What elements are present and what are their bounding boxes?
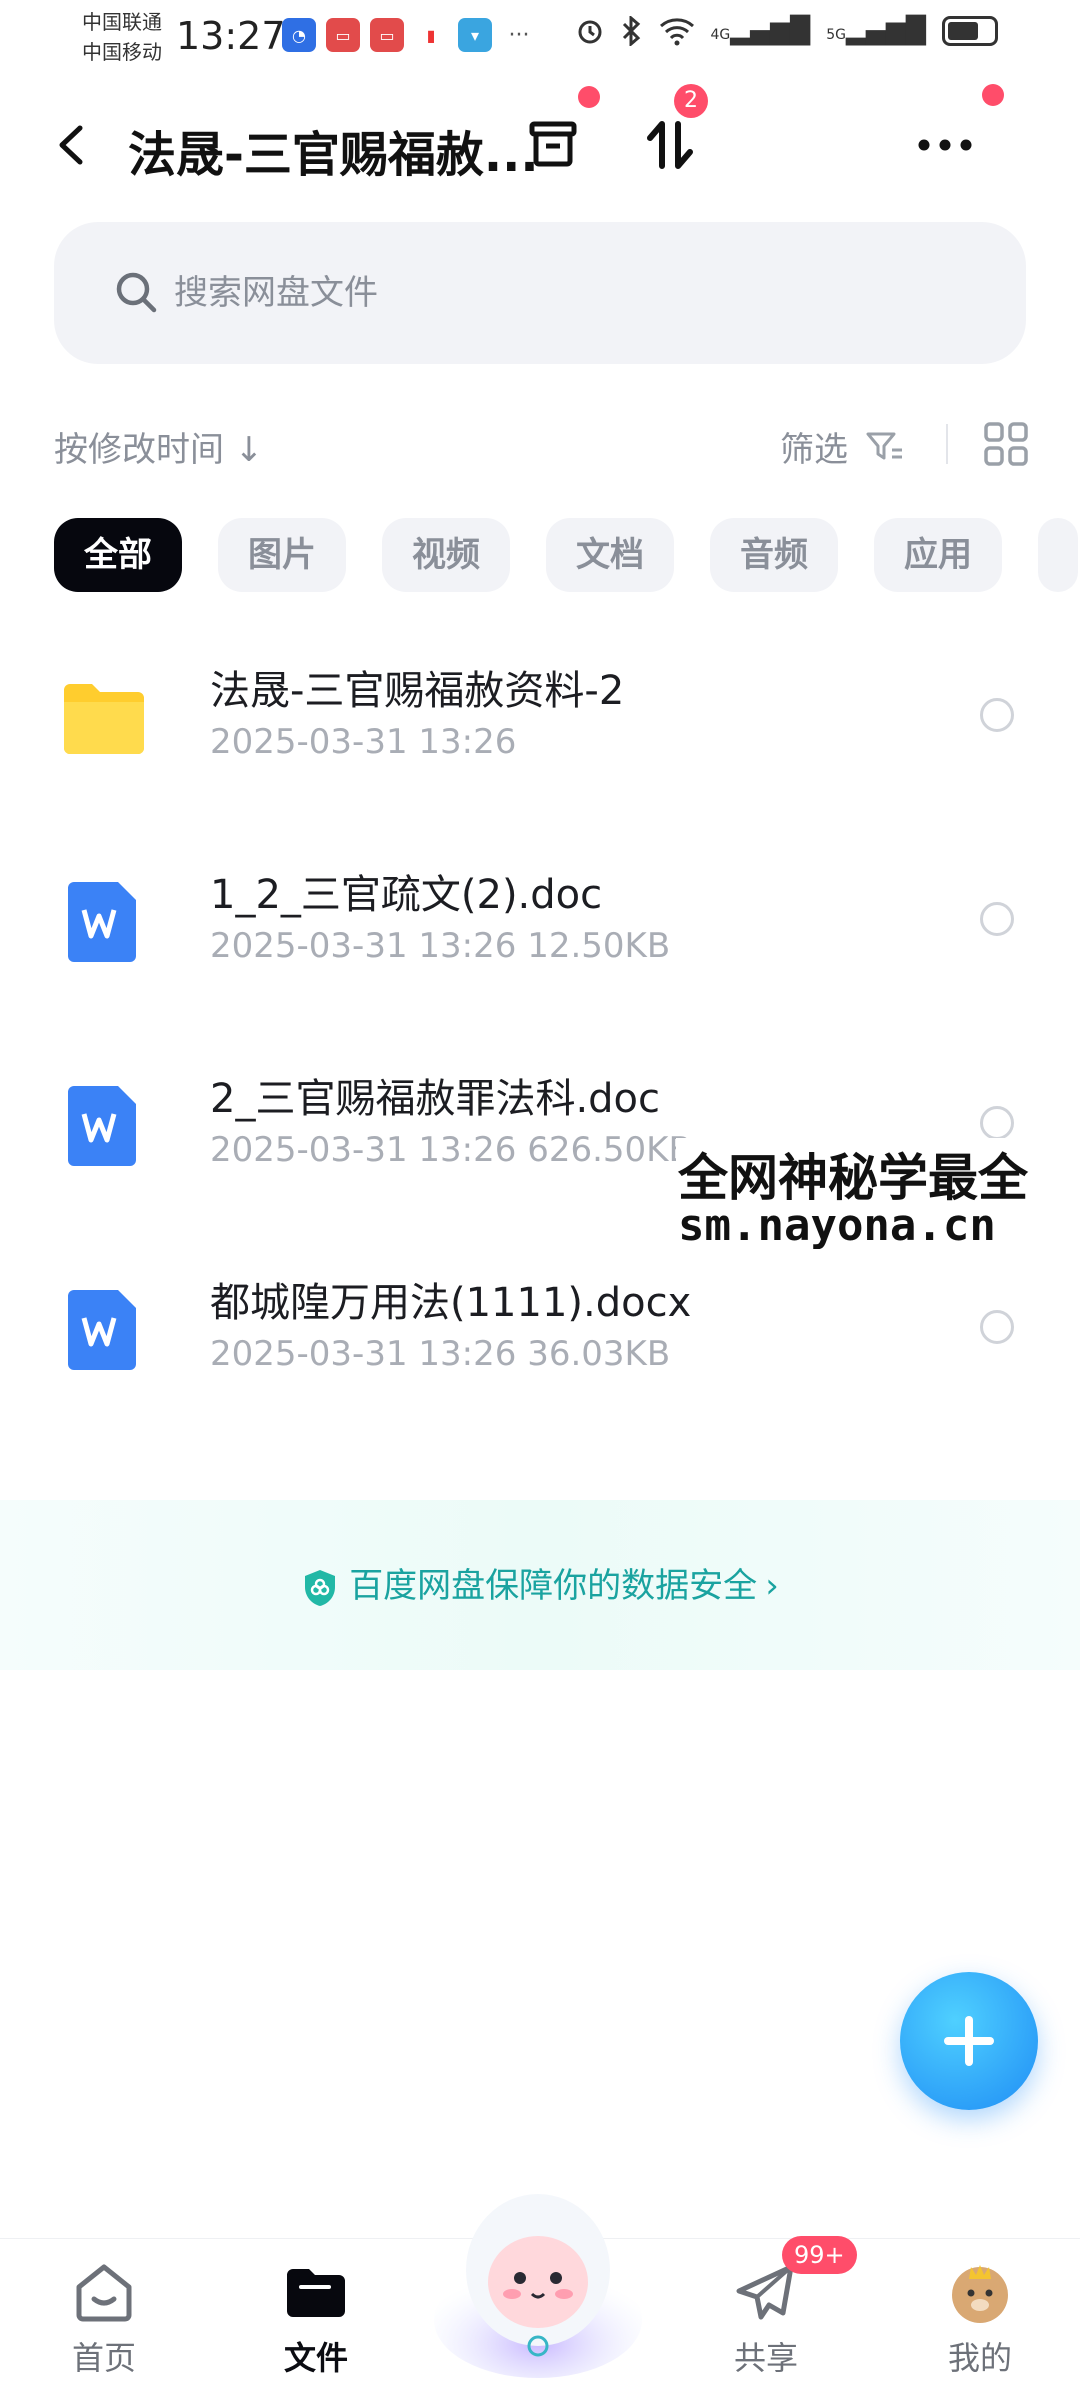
nav-files[interactable]: 文件: [246, 2257, 386, 2379]
filter-icon[interactable]: [864, 426, 904, 466]
home-icon: [76, 2264, 132, 2322]
security-banner[interactable]: 百度网盘保障你的数据安全 ›: [0, 1500, 1080, 1670]
status-bar: 中国联通 中国移动 13:27 ◔ ▭ ▭ ▮ ▾ ··· 4G▂▄▆█ 5G▂…: [0, 0, 1080, 80]
carrier-2: 中国移动: [82, 40, 162, 64]
battery-icon: [942, 16, 998, 46]
search-icon: [116, 272, 157, 313]
recycle-red-dot: [578, 86, 600, 108]
nav-home[interactable]: 首页: [34, 2257, 174, 2379]
more-notifications-icon: ···: [502, 18, 536, 52]
file-name: 都城隍万用法(1111).docx: [210, 1280, 692, 1326]
carrier-1: 中国联通: [82, 10, 162, 34]
more-red-dot: [982, 84, 1004, 106]
back-arrow-icon[interactable]: [50, 120, 96, 170]
recycle-box-icon[interactable]: [518, 110, 588, 180]
security-banner-text: 百度网盘保障你的数据安全: [349, 1566, 758, 1606]
mascot-assistant-button[interactable]: [430, 2170, 646, 2380]
tab-all[interactable]: 全部: [54, 518, 182, 592]
nav-mine-label: 我的: [947, 2339, 1012, 2377]
add-button[interactable]: [900, 1972, 1038, 2110]
select-checkbox[interactable]: [980, 1310, 1014, 1344]
alarm-icon: [578, 20, 601, 44]
avatar: [952, 2265, 1008, 2323]
nav-home-label: 首页: [71, 2339, 136, 2377]
watermark-line-2: sm.nayona.cn: [678, 1200, 996, 1251]
plus-icon: [965, 2016, 973, 2066]
file-meta: 2025-03-31 13:26 36.03KB: [210, 1334, 671, 1374]
file-name: 1_2_三官疏文(2).doc: [210, 872, 603, 918]
watermark-overlay: 全网神秘学最全 sm.nayona.cn: [676, 1138, 1080, 1258]
top-bar: 法晟-三官赐福赦... 2: [0, 80, 1080, 210]
file-meta: 2025-03-31 13:26: [210, 722, 517, 762]
filter-button[interactable]: 筛选: [780, 422, 848, 471]
clock: 13:27: [176, 14, 286, 58]
app-notification-icon: ◔: [282, 18, 316, 52]
huawei-notification-icon: ▭: [370, 18, 404, 52]
signal-4g-icon: 4G▂▄▆█: [710, 16, 811, 46]
folder-icon: [64, 684, 144, 754]
folder-icon: [287, 2269, 345, 2317]
file-name: 2_三官赐福赦罪法科.doc: [210, 1076, 661, 1122]
file-list: 法晟-三官赐福赦资料-2 2025-03-31 13:26 1_2_三官疏文(2…: [0, 610, 1080, 1426]
security-banner-content: 百度网盘保障你的数据安全 ›: [0, 1558, 1080, 1608]
tab-audio[interactable]: 音频: [710, 518, 838, 592]
transfer-count-badge: 2: [674, 84, 708, 118]
file-meta: 2025-03-31 13:26 12.50KB: [210, 926, 671, 966]
shield-icon: [305, 1569, 336, 1606]
tab-apps[interactable]: 应用: [874, 518, 1002, 592]
file-name: 法晟-三官赐福赦资料-2: [210, 668, 625, 714]
huawei-notification-icon: ▭: [326, 18, 360, 52]
nav-share-label: 共享: [733, 2339, 798, 2377]
chevron-right-icon: ›: [765, 1566, 779, 1606]
select-checkbox[interactable]: [980, 902, 1014, 936]
system-icons: 4G▂▄▆█ 5G▂▄▆█: [575, 16, 998, 46]
category-tabs: 全部 图片 视频 文档 音频 应用: [54, 518, 1078, 592]
wifi-icon: [659, 18, 694, 46]
share-count-badge: 99+: [782, 2236, 857, 2274]
nav-files-label: 文件: [283, 2339, 348, 2377]
folder-title: 法晟-三官赐福赦...: [128, 127, 539, 183]
list-item[interactable]: 法晟-三官赐福赦资料-2 2025-03-31 13:26: [0, 610, 1080, 814]
select-checkbox[interactable]: [980, 1106, 1014, 1140]
nav-share[interactable]: 共享: [696, 2257, 836, 2379]
tab-more[interactable]: [1038, 518, 1078, 592]
word-doc-icon: [68, 1086, 136, 1166]
word-doc-icon: [68, 882, 136, 962]
bluetooth-icon: [622, 16, 640, 46]
sort-filter-row: 按修改时间 ↓ 筛选: [0, 410, 1080, 480]
more-options-icon[interactable]: [910, 110, 980, 180]
tab-images[interactable]: 图片: [218, 518, 346, 592]
tab-videos[interactable]: 视频: [382, 518, 510, 592]
sort-by-modified-button[interactable]: 按修改时间 ↓: [54, 422, 263, 471]
file-meta: 2025-03-31 13:26 626.50KB: [210, 1130, 692, 1170]
list-item[interactable]: 1_2_三官疏文(2).doc 2025-03-31 13:26 12.50KB: [0, 814, 1080, 1018]
select-checkbox[interactable]: [980, 698, 1014, 732]
search-input[interactable]: [174, 264, 874, 322]
nav-mine[interactable]: 我的: [910, 2257, 1050, 2379]
divider: [946, 424, 948, 464]
screen: 中国联通 中国移动 13:27 ◔ ▭ ▭ ▮ ▾ ··· 4G▂▄▆█ 5G▂…: [0, 0, 1080, 2400]
notification-icons: ◔ ▭ ▭ ▮ ▾ ···: [282, 18, 536, 52]
app-notification-icon: ▾: [458, 18, 492, 52]
word-doc-icon: [68, 1290, 136, 1370]
book-notification-icon: ▮: [414, 18, 448, 52]
grid-view-icon[interactable]: [982, 420, 1030, 468]
search-bar[interactable]: [54, 222, 1026, 364]
transfer-icon[interactable]: [636, 110, 706, 180]
tab-documents[interactable]: 文档: [546, 518, 674, 592]
signal-5g-icon: 5G▂▄▆█: [826, 16, 926, 46]
